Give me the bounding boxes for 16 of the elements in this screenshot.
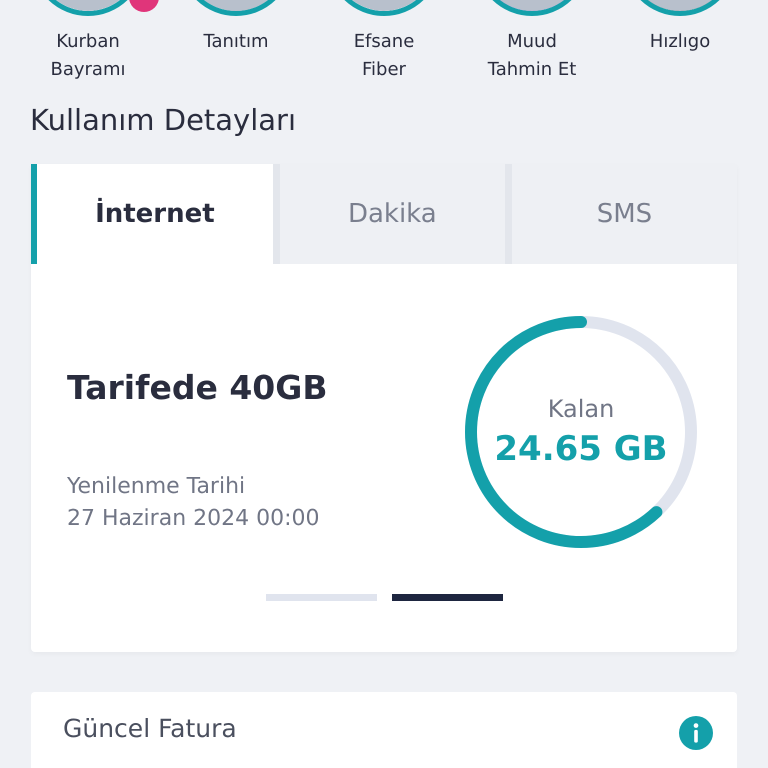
tab[interactable]: SMS bbox=[512, 164, 737, 264]
section-title: Kullanım Detayları bbox=[30, 102, 298, 139]
plan-title: Tarifede 40GB bbox=[67, 368, 328, 407]
story-label: Hızlıgo bbox=[648, 30, 712, 54]
remaining-amount: 24.65 GB bbox=[494, 429, 668, 469]
story-label: Kurban Bayramı bbox=[50, 30, 126, 82]
tab[interactable]: Dakika bbox=[280, 164, 505, 264]
story-label: Efsane Fiber bbox=[352, 30, 416, 82]
story-label: Muud Tahmin Et bbox=[486, 30, 578, 82]
renewal-label: Yenilenme Tarihi bbox=[67, 473, 246, 501]
remaining-label: Kalan bbox=[548, 395, 614, 423]
tab[interactable]: İnternet bbox=[31, 164, 273, 264]
bill-title: Güncel Fatura bbox=[63, 714, 237, 744]
story-label: Tanıtım bbox=[202, 30, 270, 54]
renewal-date: 27 Haziran 2024 00:00 bbox=[67, 505, 321, 533]
info-icon[interactable] bbox=[679, 716, 713, 750]
